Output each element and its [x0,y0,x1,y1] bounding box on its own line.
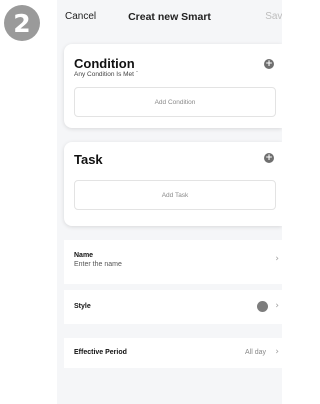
add-condition-label: Add Condition [154,98,196,106]
effective-period-label: Effective Period [74,349,127,356]
condition-card: Condition Any Condition Is Met ˇ + Add Co… [64,44,282,128]
step-number-badge: 2 [4,5,40,41]
add-task-plus-icon[interactable]: + [264,153,274,163]
style-label: Style [74,303,91,310]
add-task-button[interactable]: Add Task [74,180,276,210]
add-condition-button[interactable]: Add Condition [74,87,276,117]
condition-match-selector[interactable]: Any Condition Is Met ˇ [74,71,138,78]
chevron-right-icon: › [275,301,279,311]
name-row[interactable]: Name Enter the name › [64,240,282,284]
save-button[interactable]: Save [265,11,282,22]
chevron-right-icon: › [275,254,279,264]
style-color-swatch [257,301,268,312]
task-card: Task + Add Task [64,142,282,226]
phone-screen: Cancel Creat new Smart Save Condition An… [57,0,282,404]
name-label: Name [74,252,94,259]
style-row[interactable]: Style › [64,290,282,324]
add-condition-plus-icon[interactable]: + [264,59,274,69]
condition-title: Condition [74,56,135,71]
caret-down-icon: ˇ [135,72,138,78]
effective-period-row[interactable]: Effective Period All day › [64,338,282,368]
effective-period-value: All day [244,349,266,356]
condition-match-label: Any Condition Is Met [74,71,134,78]
chevron-right-icon: › [275,347,279,357]
navigation-bar: Cancel Creat new Smart Save [57,0,282,36]
name-placeholder: Enter the name [74,261,122,268]
add-task-label: Add Task [161,191,189,199]
task-title: Task [74,152,103,167]
page-title: Creat new Smart [128,11,211,23]
